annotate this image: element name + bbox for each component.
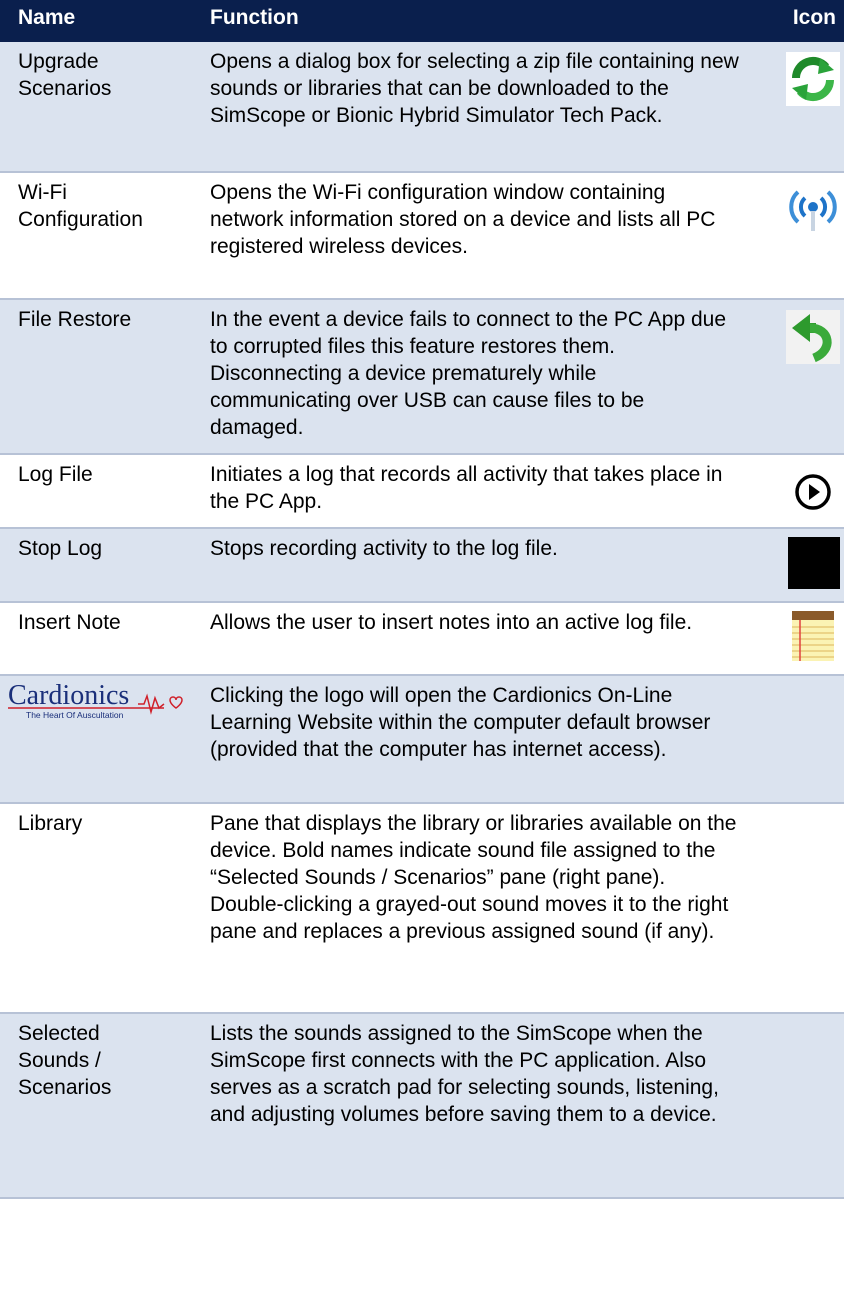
cardionics-logo[interactable]: Cardionics The Heart Of Auscultation [4, 678, 194, 722]
header-icon: Icon [792, 6, 836, 29]
function-table: Name Function Icon Upgrade Scenarios Ope… [0, 0, 844, 1199]
logo-tagline: The Heart Of Auscultation [26, 710, 124, 720]
table-row: Cardionics The Heart Of Auscultation Cli… [0, 675, 844, 804]
table-row: Selected Sounds / Scenarios Lists the so… [0, 1013, 844, 1199]
table-row: Wi-Fi Configuration Opens the Wi-Fi conf… [0, 172, 844, 300]
row-name: Library [0, 803, 200, 1014]
row-function: Allows the user to insert notes into an … [200, 602, 748, 676]
row-name: File Restore [0, 299, 200, 455]
undo-arrow-icon[interactable] [786, 310, 840, 364]
table-row: Insert Note Allows the user to insert no… [0, 602, 844, 676]
header-function: Function [210, 6, 299, 29]
table-row: File Restore In the event a device fails… [0, 299, 844, 455]
row-function: Lists the sounds assigned to the SimScop… [200, 1013, 748, 1199]
table-row: Upgrade Scenarios Opens a dialog box for… [0, 42, 844, 173]
logo-wordmark: Cardionics [8, 680, 129, 711]
row-function: Pane that displays the library or librar… [200, 803, 748, 1014]
row-function: Opens the Wi-Fi configuration window con… [200, 172, 748, 300]
row-name: Wi-Fi Configuration [0, 172, 200, 300]
row-function: Opens a dialog box for selecting a zip f… [200, 42, 748, 173]
row-function: Clicking the logo will open the Cardioni… [200, 675, 748, 804]
play-circle-icon[interactable] [786, 465, 840, 519]
refresh-icon[interactable] [786, 52, 840, 106]
row-name: Insert Note [0, 602, 200, 676]
row-name: Log File [0, 454, 200, 529]
table-row: Library Pane that displays the library o… [0, 803, 844, 1014]
row-function: Initiates a log that records all activit… [200, 454, 748, 529]
row-name: Upgrade Scenarios [0, 42, 200, 173]
stop-square-icon[interactable] [786, 535, 840, 589]
row-function: In the event a device fails to connect t… [200, 299, 748, 455]
wifi-broadcast-icon[interactable] [786, 183, 840, 237]
table-row: Log File Initiates a log that records al… [0, 454, 844, 529]
row-function: Stops recording activity to the log file… [200, 528, 748, 603]
table-row: Stop Log Stops recording activity to the… [0, 528, 844, 603]
row-name: Selected Sounds / Scenarios [0, 1013, 200, 1199]
header-name: Name [18, 6, 76, 29]
row-name: Stop Log [0, 528, 200, 603]
table-header-row: Name Function Icon [0, 0, 844, 42]
notepad-icon[interactable] [786, 609, 840, 663]
